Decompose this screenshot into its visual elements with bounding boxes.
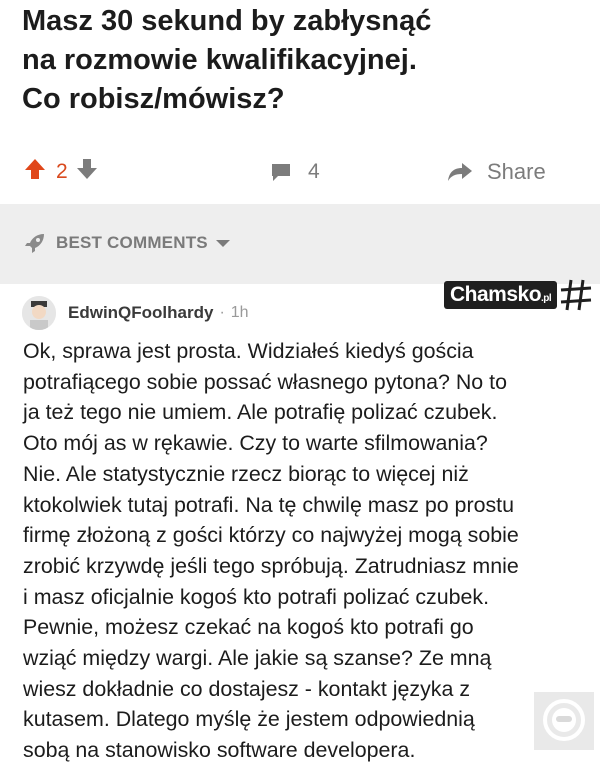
astronaut-logo-icon xyxy=(534,692,594,750)
sort-label: BEST COMMENTS xyxy=(56,233,208,252)
comment-line: firmę złożoną z gości którzy co najwyżej… xyxy=(23,523,519,548)
vote-count: 2 xyxy=(56,160,68,183)
comment-line: i masz oficjalnie kogoś kto potrafi poli… xyxy=(23,584,490,609)
watermark-logo: Chamsko.pl xyxy=(444,276,600,314)
comment-line: ktokolwiek tutaj potrafi. Na tę chwilę m… xyxy=(23,492,515,517)
downvote-button[interactable] xyxy=(76,157,98,187)
share-arrow-icon xyxy=(448,163,472,181)
user-avatar-icon xyxy=(22,296,56,330)
post-title-line: Co robisz/mówisz? xyxy=(22,83,285,115)
comment-sort-dropdown[interactable]: BEST COMMENTS xyxy=(24,232,230,254)
post-action-bar: 2 4 Share xyxy=(0,150,600,194)
avatar[interactable] xyxy=(22,296,56,330)
caret-down-icon xyxy=(215,239,230,247)
post-title-line: na rozmowie kwalifikacyjnej. xyxy=(22,44,417,76)
post-title: Masz 30 sekund by zabłysnąć na rozmowie … xyxy=(22,2,582,119)
share-button[interactable]: Share xyxy=(447,150,546,194)
comment-line: kutasem. Dlatego myślę że jestem odpowie… xyxy=(23,707,475,732)
comment-line: Pewnie, możesz czekać na kogoś kto potra… xyxy=(23,615,474,640)
comment-line: Nie. Ale statystycznie rzecz biorąc to w… xyxy=(23,461,469,486)
comment-age: 1h xyxy=(230,304,249,321)
comment-line: Oto mój as w rękawie. Czy to warte sfilm… xyxy=(23,431,488,456)
comment-line: sobą na stanowisko software developera. xyxy=(23,738,416,763)
arrow-up-icon xyxy=(25,159,45,179)
meta-separator: · xyxy=(219,304,225,321)
comment-bubble-icon xyxy=(272,164,290,181)
rocket-icon xyxy=(25,234,44,253)
comment-line: Ok, sprawa jest prosta. Widziałeś kiedyś… xyxy=(23,339,474,363)
comment-body: Ok, sprawa jest prosta. Widziałeś kiedyś… xyxy=(23,336,583,766)
comment-line: zrobić krzywdę jeśli tego spróbują. Zatr… xyxy=(23,553,519,578)
comment-count: 4 xyxy=(308,160,320,183)
post-title-line: Masz 30 sekund by zabłysnąć xyxy=(22,5,432,37)
arrow-down-icon xyxy=(76,159,97,179)
vote-controls: 2 xyxy=(24,150,98,194)
comment-line: wiesz dokładnie co dostajesz - kontakt j… xyxy=(23,676,471,701)
watermark-text: Chamsko.pl xyxy=(444,281,558,309)
comment-header: EdwinQFoolhardy · 1h xyxy=(22,296,249,330)
comment-username[interactable]: EdwinQFoolhardy xyxy=(68,303,213,323)
upvote-button[interactable] xyxy=(24,157,46,187)
comment-line: ja też tego nie umiem. Ale potrafię poli… xyxy=(23,400,498,425)
hash-logo-icon xyxy=(561,279,592,311)
share-label: Share xyxy=(487,159,546,184)
comments-button[interactable]: 4 xyxy=(270,150,320,194)
comment-line: potrafiącego sobie possać własnego pyton… xyxy=(23,369,507,394)
comment-line: wziąć między wargi. Ale jakie są szanse?… xyxy=(23,646,492,671)
